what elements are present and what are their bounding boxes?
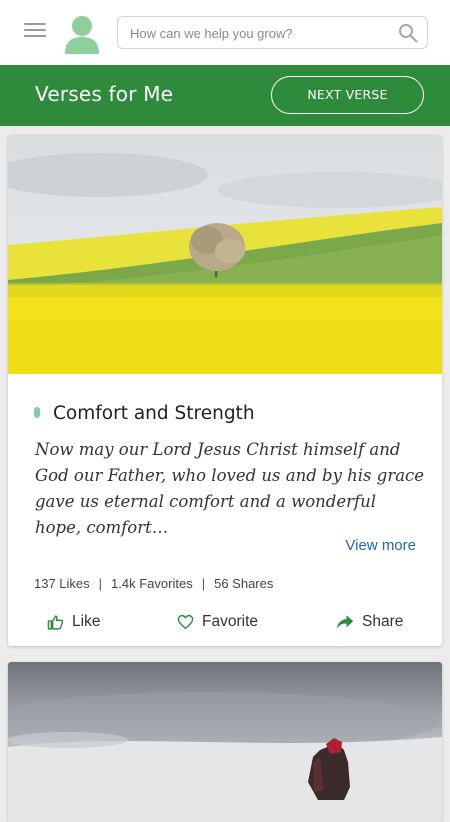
- shares-count: 56 Shares: [214, 576, 274, 591]
- menu-icon[interactable]: [24, 23, 46, 41]
- title-accent-dot: [34, 407, 40, 418]
- verse-text: Now may our Lord Jesus Christ himself an…: [35, 440, 425, 537]
- share-arrow-icon: [336, 615, 354, 629]
- next-verse-button[interactable]: NEXT VERSE: [271, 76, 424, 114]
- search-box: [117, 16, 428, 49]
- stats-divider: |: [98, 576, 103, 591]
- stats-divider: |: [201, 576, 206, 591]
- verse-card: [8, 662, 442, 822]
- verse-stats: 137 Likes | 1.4k Favorites | 56 Shares: [34, 576, 273, 591]
- verses-banner: Verses for Me NEXT VERSE: [0, 65, 450, 126]
- verse-card: Comfort and Strength Now may our Lord Je…: [8, 135, 442, 646]
- avatar-icon[interactable]: [63, 14, 101, 54]
- search-input[interactable]: [130, 24, 390, 42]
- favorite-button[interactable]: Favorite: [177, 607, 258, 637]
- verse-title: Comfort and Strength: [53, 403, 255, 424]
- like-button[interactable]: Like: [47, 607, 100, 637]
- snowy-mountain-image: [8, 662, 442, 822]
- likes-count: 137 Likes: [34, 576, 90, 591]
- search-icon[interactable]: [398, 23, 418, 43]
- view-more-link[interactable]: View more: [345, 537, 416, 554]
- favorite-label: Favorite: [202, 613, 258, 630]
- page-title: Verses for Me: [35, 82, 174, 106]
- share-label: Share: [362, 613, 404, 630]
- like-label: Like: [72, 613, 101, 630]
- rapeseed-field-image: [8, 135, 442, 374]
- verse-actions: Like Favorite Share: [8, 607, 442, 637]
- favorites-count: 1.4k Favorites: [111, 576, 193, 591]
- top-app-bar: [0, 0, 450, 65]
- heart-icon: [177, 614, 194, 630]
- thumbs-up-icon: [47, 614, 64, 630]
- share-button[interactable]: Share: [336, 607, 403, 637]
